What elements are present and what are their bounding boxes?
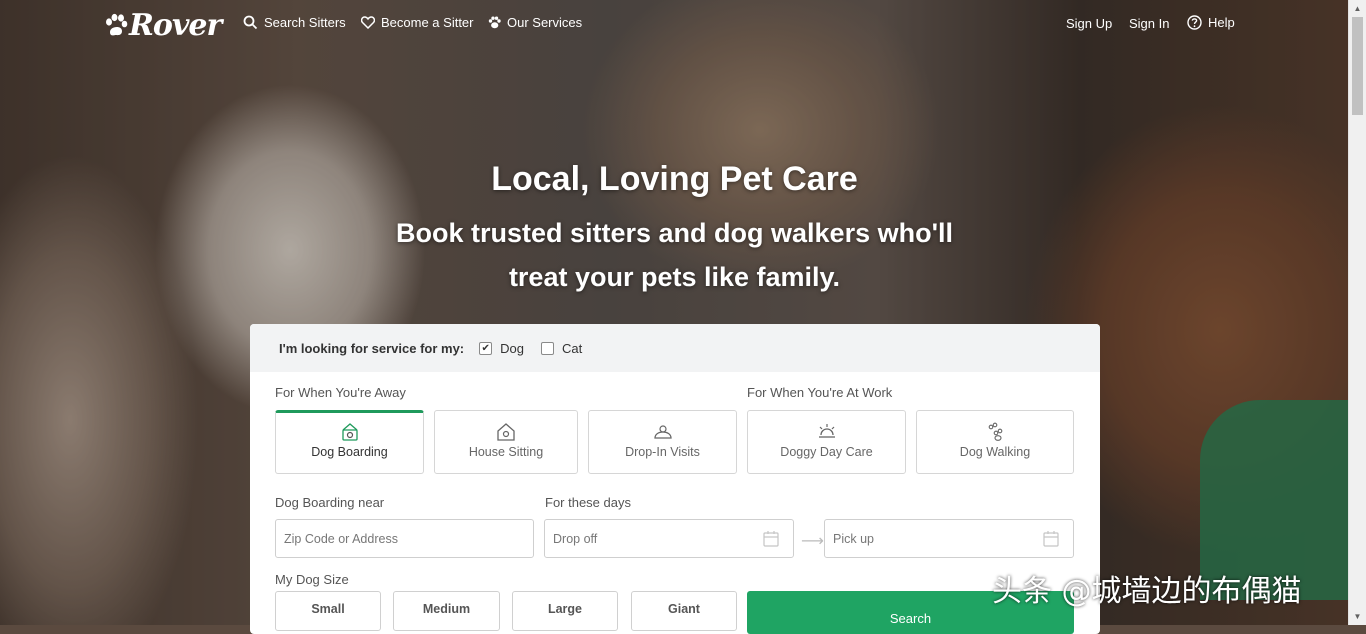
dog-boarding-icon [341, 423, 358, 441]
nav-our-services-label: Our Services [507, 15, 583, 30]
service-house-sitting-label: House Sitting [468, 445, 544, 459]
heart-icon [361, 16, 375, 29]
help-link[interactable]: Help [1187, 15, 1235, 30]
dropoff-placeholder: Drop off [553, 531, 598, 546]
scroll-thumb[interactable] [1352, 17, 1363, 115]
help-icon [1187, 15, 1202, 30]
house-sitting-icon [497, 423, 515, 441]
dropoff-input[interactable]: Drop off [544, 519, 794, 558]
top-nav: Rover Search Sitters Become a Sitter Our… [0, 0, 1349, 50]
pickup-placeholder: Pick up [833, 531, 874, 546]
calendar-icon [1043, 531, 1059, 547]
paw-icon [106, 13, 128, 35]
hero-title: Local, Loving Pet Care [491, 160, 858, 198]
away-section-label: For When You're Away [275, 385, 406, 400]
page-scrollbar[interactable]: ▲ ▼ [1348, 0, 1366, 625]
sign-up-link[interactable]: Sign Up [1066, 16, 1112, 31]
location-label: Dog Boarding near [275, 495, 385, 510]
dog-size-label: My Dog Size [275, 572, 349, 587]
scroll-up-arrow-icon[interactable]: ▲ [1349, 0, 1366, 17]
sign-in-link[interactable]: Sign In [1129, 16, 1169, 31]
nav-search-sitters-label: Search Sitters [264, 15, 346, 30]
service-dog-boarding-label: Dog Boarding [311, 445, 388, 459]
nav-search-sitters[interactable]: Search Sitters [243, 15, 346, 30]
nav-become-sitter[interactable]: Become a Sitter [361, 15, 474, 30]
dog-checkbox[interactable]: ✔ [479, 341, 493, 355]
rover-logo[interactable]: Rover [104, 8, 222, 43]
hero-subtitle-line2: treat your pets like family. [508, 262, 841, 292]
pickup-input[interactable]: Pick up [824, 519, 1074, 558]
dog-walking-icon [988, 422, 1003, 441]
nav-our-services[interactable]: Our Services [488, 15, 582, 30]
service-doggy-day-care[interactable]: Doggy Day Care [747, 410, 906, 474]
brand-name: Rover [129, 8, 222, 43]
service-dog-walking-label: Dog Walking [959, 445, 1031, 459]
hero-subtitle-line1: Book trusted sitters and dog walkers who… [395, 218, 954, 248]
doggy-day-care-icon [818, 424, 835, 438]
hero-subtitle: Book trusted sitters and dog walkers who… [0, 211, 1349, 299]
service-drop-in-visits-label: Drop-In Visits [625, 445, 700, 459]
dates-label: For these days [545, 495, 631, 510]
cat-checkbox-label[interactable]: Cat [562, 341, 582, 356]
size-medium-button[interactable]: Medium [393, 591, 500, 631]
location-input[interactable]: Zip Code or Address [275, 519, 534, 558]
service-house-sitting[interactable]: House Sitting [434, 410, 578, 474]
search-card: I'm looking for service for my: ✔ Dog Ca… [250, 324, 1100, 634]
dog-checkbox-label[interactable]: Dog [500, 341, 524, 356]
pet-type-label: I'm looking for service for my: [279, 340, 465, 356]
pet-type-bar: I'm looking for service for my: ✔ Dog Ca… [250, 324, 1100, 372]
search-icon [243, 15, 258, 30]
date-range-arrow-icon: ⟶ [801, 533, 824, 550]
service-dog-walking[interactable]: Dog Walking [916, 410, 1074, 474]
paw-small-icon [488, 16, 501, 29]
cat-checkbox[interactable] [541, 341, 554, 355]
service-dog-boarding[interactable]: Dog Boarding [275, 410, 424, 474]
watermark-text: 头条 @城墙边的布偶猫 [992, 574, 1302, 609]
help-label: Help [1208, 15, 1235, 30]
work-section-label: For When You're At Work [747, 385, 893, 400]
drop-in-visits-icon [653, 425, 672, 439]
service-drop-in-visits[interactable]: Drop-In Visits [588, 410, 737, 474]
size-giant-button[interactable]: Giant [631, 591, 737, 631]
calendar-icon [763, 531, 779, 547]
scroll-down-arrow-icon[interactable]: ▼ [1349, 608, 1366, 625]
size-large-button[interactable]: Large [512, 591, 618, 631]
service-doggy-day-care-label: Doggy Day Care [780, 445, 873, 459]
size-small-button[interactable]: Small [275, 591, 381, 631]
nav-become-sitter-label: Become a Sitter [381, 15, 474, 30]
